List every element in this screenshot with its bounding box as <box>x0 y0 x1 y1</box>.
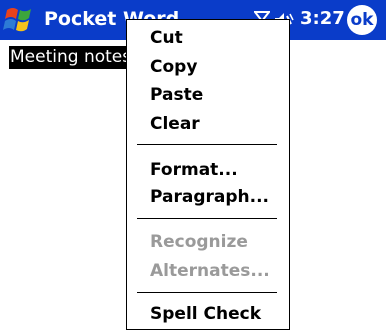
menu-item-format[interactable]: Format... <box>150 159 238 181</box>
pocket-word-screen: Pocket Word 3:27 ok Meeting notes Cut Co… <box>0 0 386 331</box>
clock-time[interactable]: 3:27 <box>300 8 345 29</box>
menu-separator <box>137 218 277 219</box>
context-menu: Cut Copy Paste Clear Format... Paragraph… <box>126 19 290 330</box>
menu-item-cut[interactable]: Cut <box>150 27 183 49</box>
menu-item-recognize: Recognize <box>150 232 248 252</box>
menu-item-clear[interactable]: Clear <box>150 113 200 135</box>
ok-button[interactable]: ok <box>347 5 377 35</box>
menu-separator <box>137 144 277 145</box>
menu-item-paste[interactable]: Paste <box>150 84 203 106</box>
selected-document-text[interactable]: Meeting notes <box>9 46 128 69</box>
menu-item-spell-check[interactable]: Spell Check <box>150 303 261 325</box>
menu-item-paragraph[interactable]: Paragraph... <box>150 186 269 208</box>
menu-item-copy[interactable]: Copy <box>150 56 197 78</box>
menu-item-alternates: Alternates... <box>150 261 270 281</box>
menu-separator <box>137 292 277 293</box>
windows-flag-icon[interactable] <box>3 4 37 36</box>
